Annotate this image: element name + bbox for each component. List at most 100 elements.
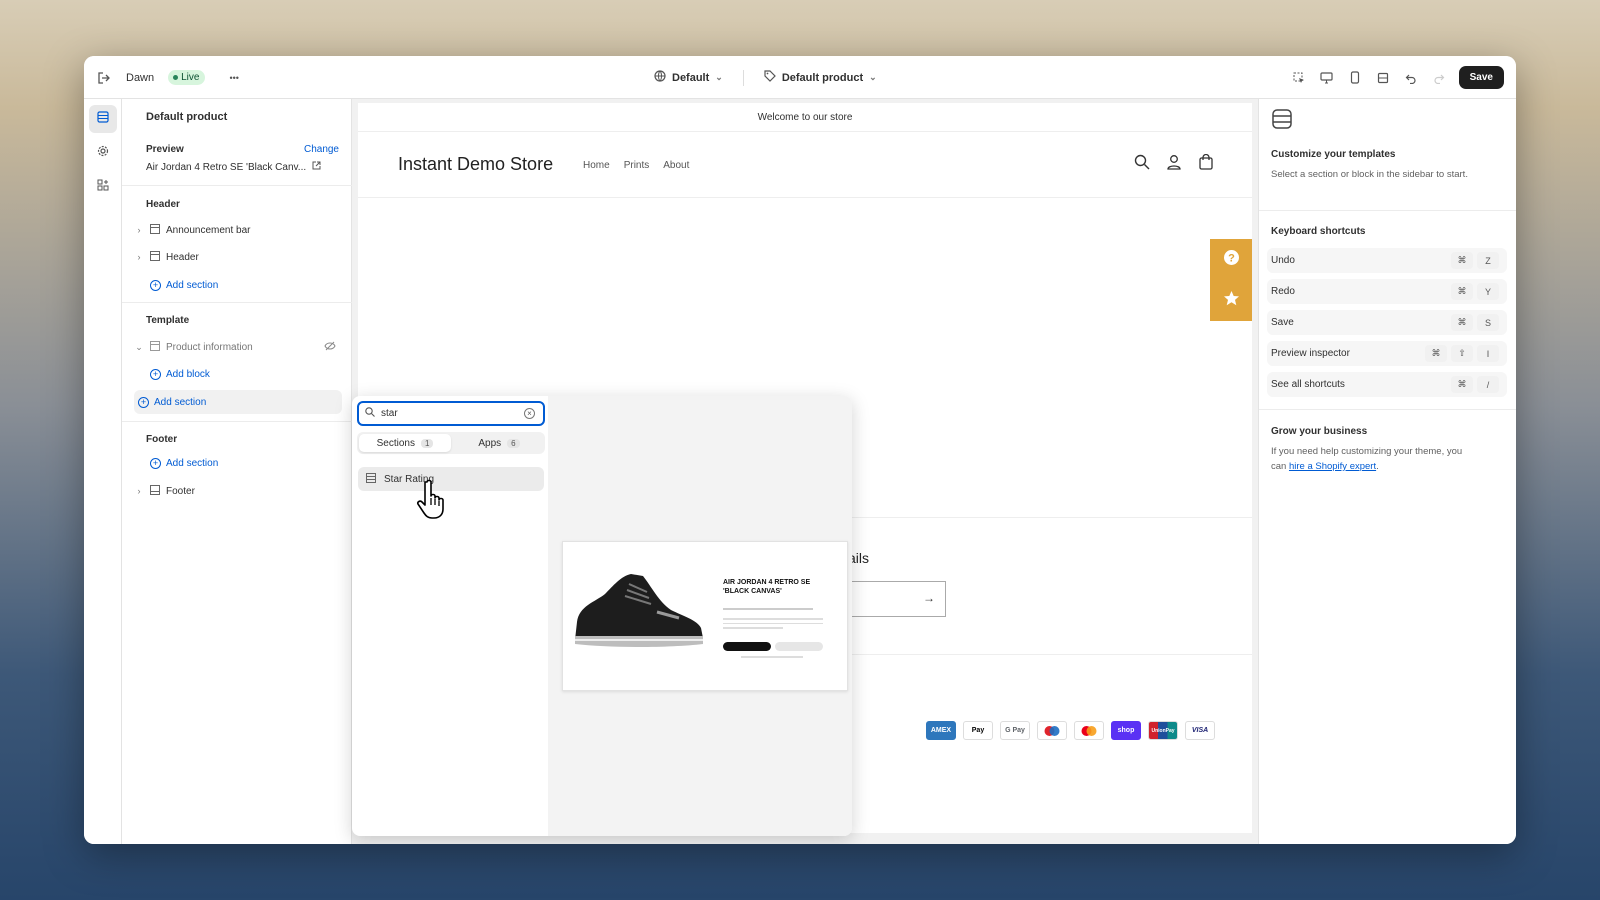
amex-icon: AMEX <box>926 721 956 740</box>
unionpay-icon: UnionPay <box>1148 721 1178 740</box>
sidebar-item-header[interactable]: › Header <box>134 245 342 269</box>
divider <box>122 185 352 186</box>
account-icon[interactable] <box>1166 154 1182 175</box>
store-logo-text[interactable]: Instant Demo Store <box>398 154 553 175</box>
thumb-description <box>723 618 823 632</box>
clear-search-icon[interactable]: × <box>524 408 535 419</box>
announcement-bar[interactable]: Welcome to our store <box>358 103 1252 132</box>
help-icon[interactable]: ? <box>1223 249 1240 271</box>
section-icon <box>150 250 160 264</box>
store-header[interactable]: Instant Demo Store Home Prints About <box>358 132 1252 198</box>
live-label: Live <box>181 72 200 83</box>
section-search[interactable]: × <box>357 401 545 426</box>
shortcut-row[interactable]: See all shortcuts ⌘ / <box>1267 372 1507 397</box>
apps-nav-button[interactable] <box>89 173 117 201</box>
external-link-icon[interactable] <box>312 161 321 173</box>
hire-expert-link[interactable]: hire a Shopify expert <box>1289 461 1376 472</box>
shortcut-key: S <box>1477 314 1499 331</box>
plus-circle-icon: + <box>150 457 161 469</box>
add-section-template-button[interactable]: + Add section <box>134 390 342 414</box>
shortcut-label: Save <box>1271 317 1294 328</box>
theme-select[interactable]: Default ⌄ <box>654 70 723 85</box>
svg-text:?: ? <box>1228 252 1235 264</box>
add-block-link: + Add block <box>150 368 210 380</box>
popover-list: × Sections 1 Apps 6 Star Rating <box>352 396 548 836</box>
add-section-label: Add section <box>166 457 219 469</box>
icon-rail <box>84 99 122 844</box>
top-bar: Dawn Live ••• Default ⌄ Default product … <box>84 56 1516 99</box>
live-badge: Live <box>168 70 206 85</box>
nav-link-prints[interactable]: Prints <box>624 160 650 171</box>
nav-link-about[interactable]: About <box>663 160 689 171</box>
chevron-down-icon: ⌄ <box>135 341 143 352</box>
sidebar-item-product-information[interactable]: ⌄ Product information <box>134 335 342 359</box>
preview-product: Air Jordan 4 Retro SE 'Black Canv... <box>146 161 321 173</box>
chevron-down-icon: ⌄ <box>869 72 877 82</box>
tab-sections[interactable]: Sections 1 <box>359 434 451 452</box>
add-section-link: + Add section <box>138 396 206 408</box>
section-preview-pane: AIR JORDAN 4 RETRO SE 'BLACK CANVAS' <box>548 396 852 836</box>
change-preview-link[interactable]: Change <box>304 144 339 155</box>
sidebar-item-announcement-bar[interactable]: › Announcement bar <box>134 218 342 242</box>
cart-icon[interactable] <box>1198 153 1214 175</box>
fullscreen-icon[interactable] <box>1375 70 1391 86</box>
shift-key-icon: ⇧ <box>1451 345 1473 362</box>
sidebar-item-label: Header <box>166 251 199 263</box>
footer-group-label: Footer <box>146 434 178 445</box>
plus-circle-icon: + <box>150 368 161 380</box>
inspector-icon[interactable] <box>1291 70 1307 86</box>
shortcut-keys: ⌘ ⇧ I <box>1425 345 1499 362</box>
add-section-header-button[interactable]: + Add section <box>134 273 342 297</box>
thumb-footnote <box>741 656 803 658</box>
shortcut-key: / <box>1477 376 1499 393</box>
shortcut-row: Undo ⌘ Z <box>1267 248 1507 273</box>
section-icon <box>366 472 376 486</box>
theme-settings-nav-button[interactable] <box>89 139 117 167</box>
add-block-label: Add block <box>166 368 210 380</box>
chevron-right-icon: › <box>137 486 141 496</box>
save-button[interactable]: Save <box>1458 66 1504 89</box>
hidden-eye-icon[interactable] <box>324 341 336 354</box>
section-icon <box>150 340 160 354</box>
template-select[interactable]: Default product ⌄ <box>764 70 877 85</box>
exit-icon[interactable] <box>96 70 112 86</box>
shortcut-keys: ⌘ / <box>1451 376 1499 393</box>
review-widget[interactable]: ? <box>1210 239 1252 321</box>
nav-link-home[interactable]: Home <box>583 160 610 171</box>
desktop-view-icon[interactable] <box>1319 70 1335 86</box>
add-section-footer-button[interactable]: + Add section <box>134 451 342 475</box>
shortcut-label: Preview inspector <box>1271 348 1350 359</box>
divider <box>1259 409 1516 410</box>
gear-icon <box>97 144 109 162</box>
add-block-button[interactable]: + Add block <box>150 362 340 386</box>
search-input[interactable] <box>381 408 511 419</box>
mobile-view-icon[interactable] <box>1347 70 1363 86</box>
redo-icon[interactable] <box>1431 70 1447 86</box>
arrow-right-icon[interactable]: → <box>923 591 935 605</box>
more-actions-button[interactable]: ••• <box>229 73 238 83</box>
sections-nav-button[interactable] <box>89 105 117 133</box>
sidebar-item-footer[interactable]: › Footer <box>134 479 342 503</box>
chevron-right-icon: › <box>137 225 141 235</box>
section-divider <box>848 654 1252 655</box>
newsletter-email-input[interactable]: → <box>848 581 946 617</box>
payment-icons: AMEX Pay G Pay shop UnionPay VISA <box>926 721 1215 740</box>
store-nav: Home Prints About <box>583 160 689 171</box>
shortcut-key: Z <box>1477 252 1499 269</box>
header-group-label: Header <box>146 199 180 210</box>
command-key-icon: ⌘ <box>1451 376 1473 393</box>
undo-icon[interactable] <box>1403 70 1419 86</box>
editor-window: Dawn Live ••• Default ⌄ Default product … <box>84 56 1516 844</box>
template-layout-icon <box>1271 108 1293 133</box>
sidebar-item-label: Announcement bar <box>166 224 251 236</box>
tab-count: 6 <box>507 438 520 448</box>
star-icon[interactable] <box>1223 290 1240 312</box>
search-icon[interactable] <box>1134 154 1150 175</box>
settings-panel: Customize your templates Select a sectio… <box>1258 99 1516 844</box>
template-select-label: Default product <box>781 71 864 84</box>
template-group-label: Template <box>146 315 190 326</box>
tab-apps[interactable]: Apps 6 <box>453 432 545 454</box>
search-icon <box>365 407 375 420</box>
shortcuts-title: Keyboard shortcuts <box>1271 226 1366 237</box>
customize-title: Customize your templates <box>1271 149 1396 160</box>
